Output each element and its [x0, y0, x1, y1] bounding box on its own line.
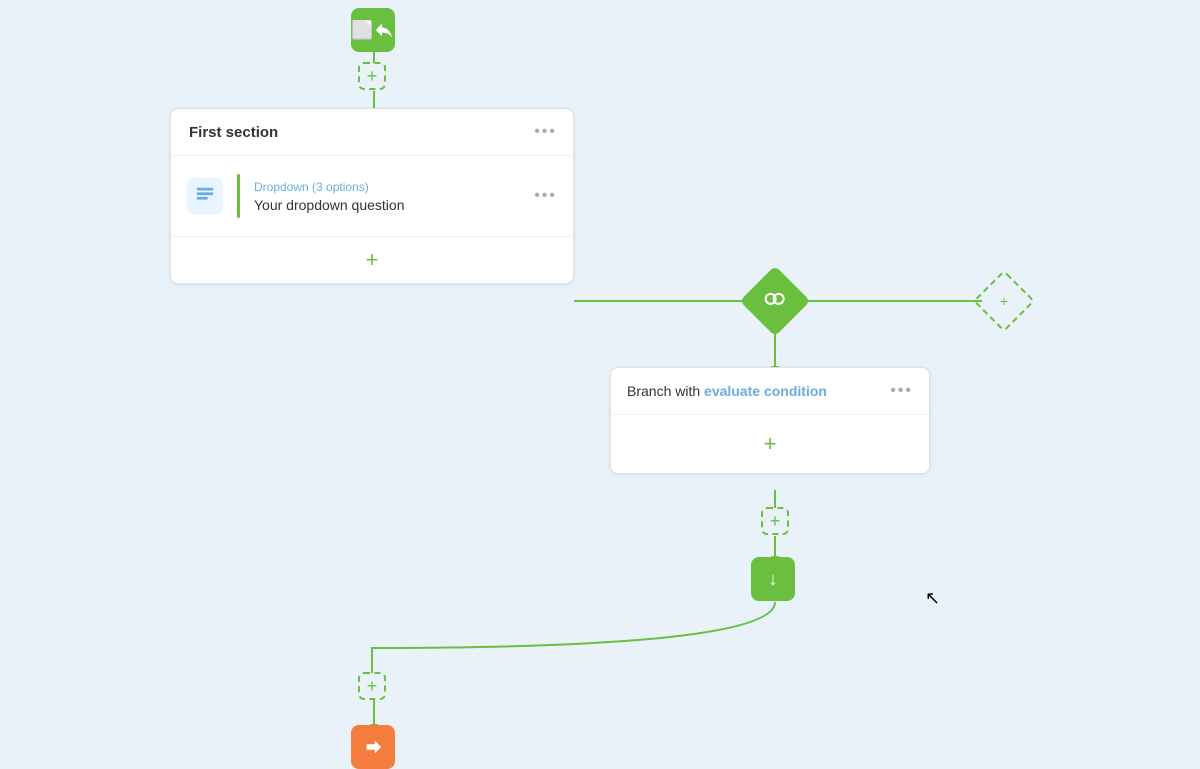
question-menu-btn[interactable]: •••: [534, 187, 557, 205]
section-card: First section ••• Dropdown (3 options) Y…: [170, 108, 574, 284]
branch-body: +: [611, 415, 929, 473]
question-info: Dropdown (3 options) Your dropdown quest…: [254, 180, 520, 213]
branch-diamond-icon: [763, 287, 787, 316]
arrow-down-icon: ↓: [769, 569, 778, 590]
end-node[interactable]: [351, 725, 395, 769]
add-question-btn[interactable]: +: [366, 249, 379, 271]
plus-icon-3: +: [367, 676, 378, 697]
section-footer: +: [171, 236, 573, 283]
section-title: First section: [189, 124, 278, 141]
question-row: Dropdown (3 options) Your dropdown quest…: [171, 164, 573, 228]
merge-arrow-node[interactable]: ↓: [751, 557, 795, 601]
question-icon: [187, 178, 223, 214]
branch-menu-btn[interactable]: •••: [890, 382, 913, 400]
question-label: Your dropdown question: [254, 197, 520, 213]
enter-icon: [373, 19, 395, 41]
branch-title: Branch with evaluate condition: [627, 383, 827, 399]
question-divider: [237, 174, 240, 218]
add-step-btn-3[interactable]: +: [358, 672, 386, 700]
add-branch-diamond[interactable]: +: [973, 270, 1035, 332]
flow-canvas: ⬜ + First section •••: [0, 0, 1200, 760]
exit-icon: [362, 736, 384, 758]
branch-diamond[interactable]: [740, 266, 811, 337]
question-type: Dropdown (3 options): [254, 180, 520, 194]
add-branch-icon: +: [1000, 293, 1008, 309]
dropdown-icon: [194, 185, 216, 207]
plus-icon: +: [367, 66, 378, 87]
add-step-btn-1[interactable]: +: [358, 62, 386, 90]
start-icon: ⬜: [351, 20, 373, 41]
section-menu-btn[interactable]: •••: [534, 123, 557, 141]
section-body: Dropdown (3 options) Your dropdown quest…: [171, 156, 573, 236]
cursor: ↖: [925, 588, 940, 609]
start-node[interactable]: ⬜: [351, 8, 395, 52]
plus-icon-2: +: [770, 511, 781, 532]
add-step-btn-2[interactable]: +: [761, 507, 789, 535]
branch-header: Branch with evaluate condition •••: [611, 368, 929, 415]
branch-card: Branch with evaluate condition ••• +: [610, 367, 930, 474]
add-branch-condition-btn[interactable]: +: [764, 431, 777, 457]
section-header: First section •••: [171, 109, 573, 156]
